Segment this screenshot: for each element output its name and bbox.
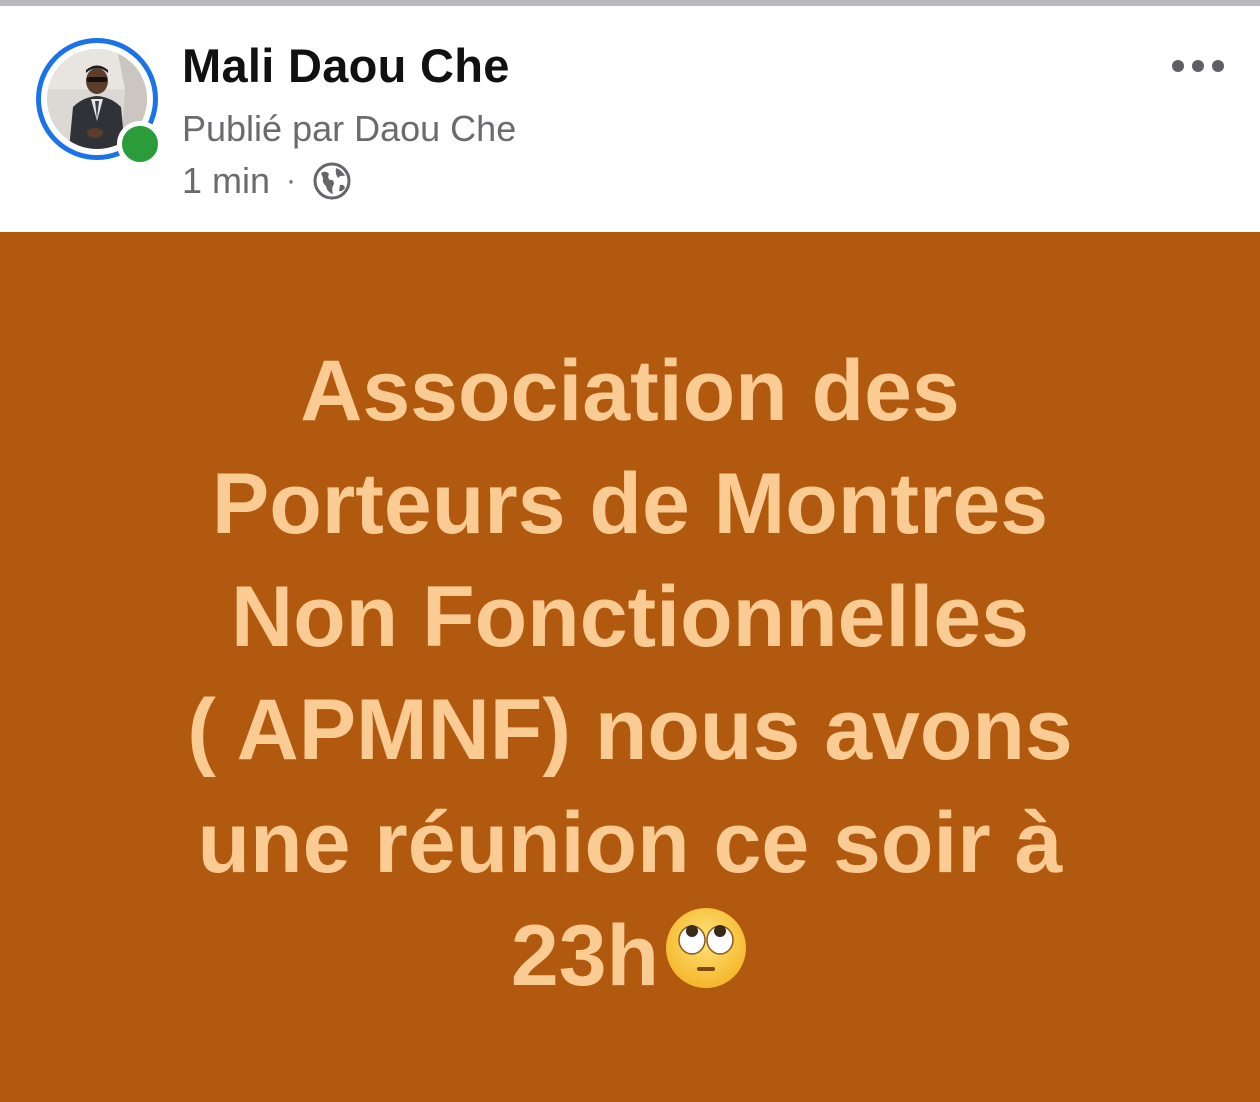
more-options-icon[interactable]	[1168, 50, 1228, 82]
post-body-text: Association des Porteurs de Montres Non …	[187, 343, 1073, 1004]
online-status-dot	[117, 121, 163, 167]
more-dot	[1172, 60, 1184, 72]
timestamp[interactable]: 1 min	[182, 160, 270, 202]
post-meta: 1 min ·	[182, 160, 352, 202]
eye-roll-emoji	[663, 905, 749, 991]
author-name[interactable]: Mali Daou Che	[182, 38, 510, 93]
published-by-label: Publié par Daou Che	[182, 108, 517, 149]
meta-separator: ·	[286, 164, 297, 197]
more-dot	[1212, 60, 1224, 72]
globe-icon[interactable]	[312, 161, 352, 201]
more-dot	[1192, 60, 1204, 72]
post-body: Association des Porteurs de Montres Non …	[100, 335, 1160, 1013]
